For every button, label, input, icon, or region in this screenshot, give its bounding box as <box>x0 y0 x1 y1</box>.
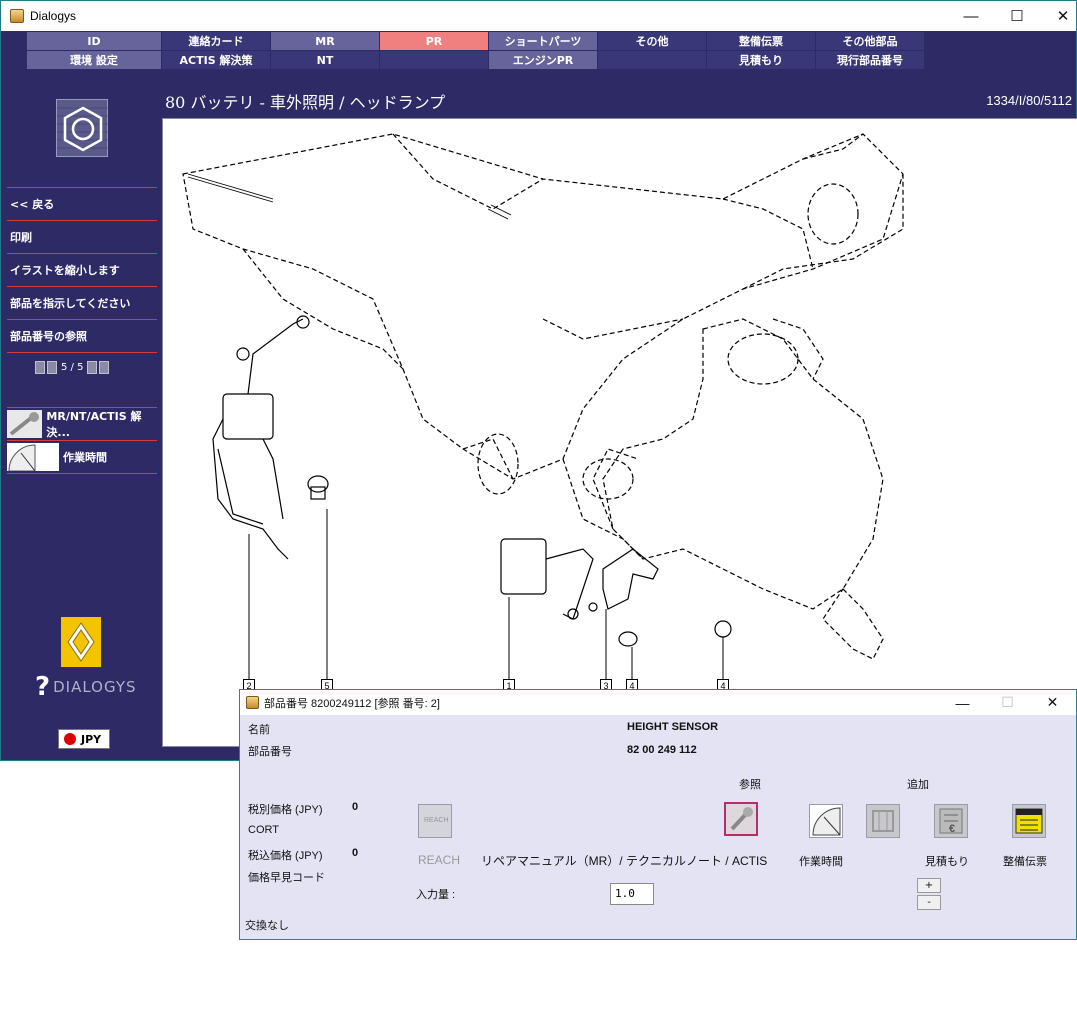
last-page-button[interactable] <box>99 361 110 374</box>
maximize-button[interactable]: ☐ <box>994 1 1040 31</box>
work-order-icon-button[interactable] <box>1012 804 1046 838</box>
wrench-icon <box>726 804 756 834</box>
close-button[interactable]: ✕ <box>1040 1 1077 31</box>
labor-time-button[interactable]: 作業時間 <box>7 440 157 473</box>
title-bar: Dialogys — ☐ ✕ <box>1 1 1076 31</box>
tab-actis[interactable]: ACTIS 解決策 <box>162 51 270 69</box>
tab-estimate[interactable]: 見積もり <box>707 51 815 69</box>
sidebar: << 戻る 印刷 イラストを縮小します 部品を指示してください 部品番号の参照 … <box>7 81 157 761</box>
part-number-lookup-button[interactable]: 部品番号の参照 <box>7 319 157 352</box>
page-title: 80 バッテリ - 車外照明 / ヘッドランプ <box>165 93 446 112</box>
tab-nt[interactable]: NT <box>271 51 379 69</box>
parts-box-icon <box>872 810 894 832</box>
exchange-status: 交換なし <box>245 920 289 932</box>
add-disabled-button <box>866 804 900 838</box>
quantity-input[interactable]: 1.0 <box>610 883 654 905</box>
tab-empty-1 <box>380 51 488 69</box>
minimize-button[interactable]: — <box>948 1 994 31</box>
dialog-close-button[interactable]: ✕ <box>1030 690 1075 715</box>
dialog-title-bar: 部品番号 8200249112 [参照 番号: 2] — ☐ ✕ <box>240 690 1076 715</box>
sidebar-divider-2 <box>7 473 157 474</box>
estimate-icon: € <box>939 808 963 835</box>
tab-pr[interactable]: PR <box>380 32 488 50</box>
work-order-icon <box>1015 808 1043 834</box>
part-detail-dialog: 部品番号 8200249112 [参照 番号: 2] — ☐ ✕ 名前 HEIG… <box>239 689 1077 940</box>
dialog-minimize-button[interactable]: — <box>940 690 985 715</box>
quantity-label: 入力量 : <box>416 889 456 901</box>
work-order-label: 整備伝票 <box>1003 856 1047 868</box>
currency-label: JPY <box>81 732 102 746</box>
tab-other[interactable]: その他 <box>598 32 706 50</box>
labor-time-icon-button[interactable] <box>809 804 843 838</box>
price-in-tax-value: 0 <box>352 847 359 859</box>
java-app-icon <box>246 696 259 709</box>
page-navigator: 5 / 5 <box>35 361 110 374</box>
price-in-tax-label: 税込価格 (JPY) <box>248 850 323 862</box>
exploded-diagram <box>182 133 904 679</box>
reach-label: REACH <box>418 853 461 867</box>
prev-page-button[interactable] <box>47 361 57 374</box>
dialog-title: 部品番号 8200249112 [参照 番号: 2] <box>264 697 440 710</box>
tab-settings[interactable]: 環境 設定 <box>27 51 161 69</box>
tab-other-parts[interactable]: その他部品 <box>816 32 924 50</box>
quantity-minus-button[interactable]: - <box>917 895 941 910</box>
reach-icon-text: REACH <box>424 817 449 824</box>
tab-work-order[interactable]: 整備伝票 <box>707 32 815 50</box>
tab-contact-card[interactable]: 連絡カード <box>162 32 270 50</box>
window-title: Dialogys <box>30 9 77 23</box>
help-icon: ? <box>35 672 52 702</box>
part-number-value: 82 00 249 112 <box>627 744 697 756</box>
print-button[interactable]: 印刷 <box>7 220 157 253</box>
main-window: Dialogys — ☐ ✕ ID 連絡カード MR PR ショートパーツ その… <box>0 0 1077 761</box>
price-code-label: 価格早見コード <box>248 872 325 884</box>
shrink-illustration-button[interactable]: イラストを縮小します <box>7 253 157 286</box>
quantity-plus-button[interactable]: + <box>917 878 941 893</box>
name-value: HEIGHT SENSOR <box>627 721 719 733</box>
part-number-label: 部品番号 <box>248 746 292 758</box>
mr-nt-actis-label: MR/NT/ACTIS 解決... <box>46 410 142 439</box>
svg-text:€: € <box>949 823 955 835</box>
tab-short-parts[interactable]: ショートパーツ <box>489 32 597 50</box>
next-page-button[interactable] <box>87 361 98 374</box>
dialog-maximize-button: ☐ <box>1001 694 1014 710</box>
cort-label: CORT <box>248 824 279 836</box>
mr-nt-actis-button[interactable]: MR/NT/ACTIS 解決... <box>7 407 157 440</box>
labor-time-label: 作業時間 <box>799 856 843 868</box>
clock-icon <box>810 805 842 837</box>
tab-engine-pr[interactable]: エンジンPR <box>489 51 597 69</box>
estimate-label: 見積もり <box>925 856 969 868</box>
tab-id[interactable]: ID <box>27 32 161 50</box>
name-label: 名前 <box>248 724 270 736</box>
renault-logo <box>61 617 101 667</box>
indicate-part-button[interactable]: 部品を指示してください <box>7 286 157 319</box>
tab-mr[interactable]: MR <box>271 32 379 50</box>
java-app-icon <box>10 9 24 23</box>
top-tab-grid: ID 連絡カード MR PR ショートパーツ その他 整備伝票 その他部品 環境… <box>27 32 927 70</box>
currency-button[interactable]: JPY <box>58 729 110 749</box>
first-page-button[interactable] <box>35 361 45 374</box>
wrench-icon <box>7 410 43 438</box>
estimate-icon-button[interactable]: € <box>934 804 968 838</box>
page-indicator: 5 / 5 <box>61 362 84 373</box>
reference-header: 参照 <box>739 779 761 791</box>
add-header: 追加 <box>907 779 929 791</box>
repair-manual-button[interactable] <box>724 802 758 836</box>
back-button[interactable]: << 戻る <box>7 187 157 220</box>
tab-current-part-number[interactable]: 現行部品番号 <box>816 51 924 69</box>
clock-icon <box>7 443 59 471</box>
labor-time-label: 作業時間 <box>63 451 107 464</box>
nut-logo-icon <box>56 99 109 157</box>
reach-button: REACH <box>418 804 452 838</box>
illustration-reference: 1334/I/80/5112 <box>986 93 1072 108</box>
parts-illustration[interactable]: 2 5 1 3 4 4 <box>162 118 1077 747</box>
price-ex-tax-label: 税別価格 (JPY) <box>248 804 323 816</box>
tab-empty-2 <box>598 51 706 69</box>
dialogys-brand: DIALOGYS <box>53 678 137 696</box>
sidebar-divider <box>7 352 157 353</box>
dialogys-help-logo[interactable]: ? DIALOGYS <box>35 672 137 702</box>
japan-flag-icon <box>64 733 76 745</box>
repair-manual-label: リペアマニュアル（MR）/ テクニカルノート / ACTIS <box>481 854 768 868</box>
price-ex-tax-value: 0 <box>352 801 359 813</box>
